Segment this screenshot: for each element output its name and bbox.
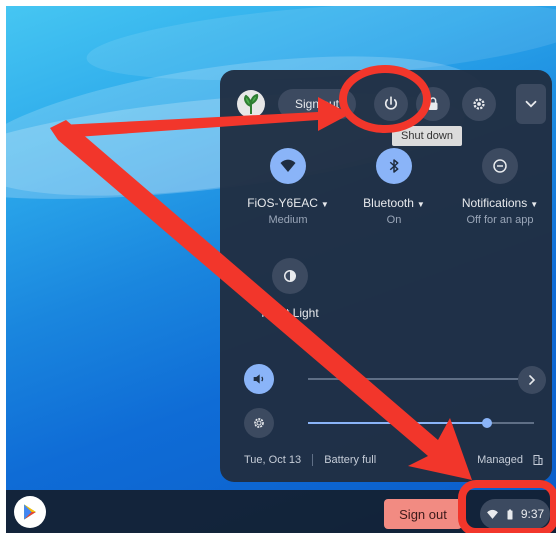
bluetooth-status: On: [386, 214, 402, 226]
chevron-down-icon: [525, 100, 537, 108]
power-button[interactable]: [374, 87, 408, 121]
quick-settings-panel: Sign out Shut down FiOS-Y6EAC ▼ Medium B…: [220, 70, 552, 482]
night-light-label: Night Light: [261, 306, 319, 320]
collapse-button[interactable]: [516, 84, 546, 124]
volume-mute-button[interactable]: [244, 364, 274, 394]
battery-status: Battery full: [324, 454, 377, 466]
night-light-icon: [284, 270, 296, 282]
play-store-icon: [24, 504, 36, 520]
shelf: Sign out 9:37: [6, 490, 556, 533]
clock: 9:37: [520, 507, 545, 521]
bluetooth-icon: [389, 159, 399, 173]
status-footer: Tue, Oct 13 Battery full Managed: [244, 454, 544, 467]
lock-icon: [428, 97, 438, 110]
do-not-disturb-icon: [493, 159, 507, 173]
power-icon: [384, 96, 398, 110]
brightness-slider-thumb[interactable]: [481, 418, 492, 428]
date-label[interactable]: Tue, Oct 13: [244, 454, 301, 466]
wifi-network-label: FiOS-Y6EAC ▼: [247, 196, 329, 210]
volume-icon: [253, 374, 264, 384]
notifications-tile[interactable]: Notifications ▼ Off for an app: [450, 148, 550, 226]
shelf-sign-out-button[interactable]: Sign out: [384, 499, 462, 529]
managed-label: Managed: [477, 454, 523, 466]
sign-out-button[interactable]: Sign out: [278, 89, 356, 119]
wifi-tile[interactable]: FiOS-Y6EAC ▼ Medium: [238, 148, 338, 226]
brightness-slider-row: [244, 408, 544, 438]
brightness-icon: [254, 418, 264, 428]
gear-icon: [473, 98, 485, 110]
notifications-label: Notifications ▼: [461, 196, 539, 210]
plant-avatar-icon: [244, 94, 259, 114]
volume-slider-row: [244, 364, 544, 394]
battery-icon: [507, 509, 513, 519]
settings-button[interactable]: [462, 87, 496, 121]
wifi-toggle[interactable]: [270, 148, 306, 184]
bluetooth-tile[interactable]: Bluetooth ▼ On: [344, 148, 444, 226]
night-light-toggle[interactable]: [272, 258, 308, 294]
shut-down-tooltip: Shut down: [392, 126, 462, 146]
divider: [312, 454, 314, 467]
bluetooth-toggle[interactable]: [376, 148, 412, 184]
building-icon: [533, 455, 543, 466]
night-light-tile[interactable]: Night Light: [240, 258, 340, 320]
lock-button[interactable]: [416, 87, 450, 121]
bluetooth-label: Bluetooth ▼: [363, 196, 425, 210]
managed-indicator[interactable]: Managed: [477, 454, 544, 466]
wifi-icon: [486, 509, 498, 519]
brightness-slider-fill: [308, 422, 487, 424]
caret-down-icon: ▼: [530, 200, 539, 209]
notifications-toggle[interactable]: [482, 148, 518, 184]
chevron-right-icon: [529, 375, 536, 385]
audio-settings-button[interactable]: [518, 366, 546, 394]
wifi-icon: [280, 159, 296, 172]
launcher-button[interactable]: [14, 496, 46, 528]
desktop: Sign out Shut down FiOS-Y6EAC ▼ Medium B…: [6, 6, 556, 533]
brightness-slider[interactable]: [308, 418, 534, 428]
volume-slider[interactable]: [308, 378, 534, 380]
brightness-button: [244, 408, 274, 438]
notifications-status: Off for an app: [466, 214, 534, 226]
status-area-button[interactable]: 9:37: [480, 499, 550, 529]
caret-down-icon: ▼: [416, 200, 425, 209]
caret-down-icon: ▼: [320, 200, 329, 209]
wifi-strength: Medium: [268, 214, 308, 226]
avatar[interactable]: [237, 90, 265, 118]
